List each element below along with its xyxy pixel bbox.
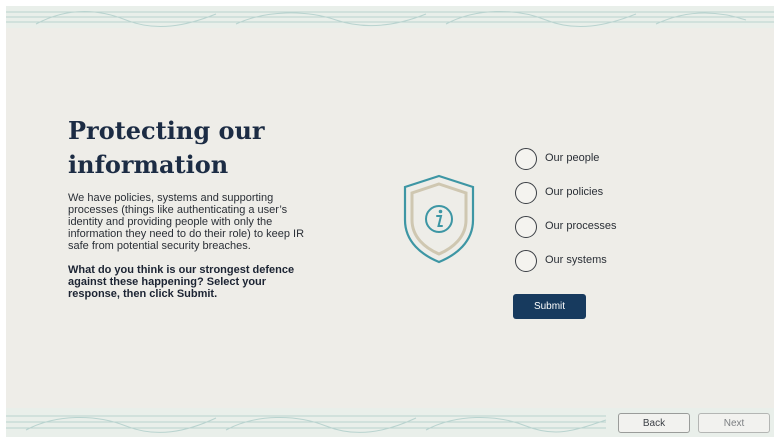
radio-button[interactable] [515,148,537,170]
radio-button[interactable] [515,182,537,204]
option-label: Our processes [545,220,617,232]
page-title: Protecting our information [68,116,265,179]
option-label: Our policies [545,186,604,198]
top-decorative-band [6,6,774,28]
option-our-policies[interactable]: Our policies [515,182,655,206]
next-button[interactable]: Next [698,413,770,433]
submit-button[interactable]: Submit [513,294,586,319]
body-paragraph: We have policies, systems and supporting… [68,192,305,252]
question-prompt: What do you think is our strongest defen… [68,264,295,300]
option-our-processes[interactable]: Our processes [515,216,655,240]
option-label: Our people [545,152,600,164]
option-label: Our systems [545,254,607,266]
wave-pattern-top [6,10,774,28]
back-button[interactable]: Back [618,413,690,433]
slide: Protecting our information We have polic… [6,6,774,437]
radio-button[interactable] [515,250,537,272]
option-our-systems[interactable]: Our systems [515,250,655,274]
option-our-people[interactable]: Our people [515,148,655,172]
radio-button[interactable] [515,216,537,238]
shield-info-icon [403,174,475,264]
